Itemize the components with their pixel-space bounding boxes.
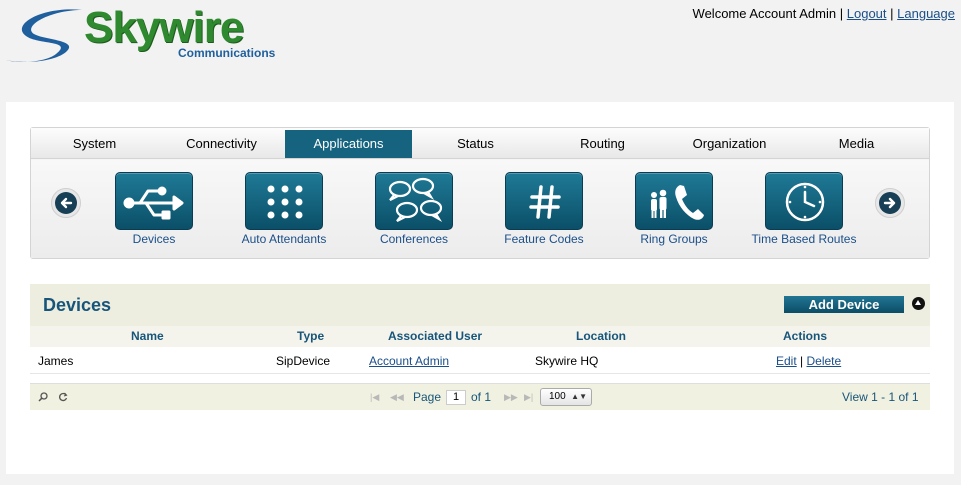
delete-link[interactable]: Delete xyxy=(807,354,842,368)
page-number-input[interactable]: 1 xyxy=(446,390,466,405)
page-label: Page xyxy=(413,390,442,404)
user-bar: Welcome Account Admin | Logout | Languag… xyxy=(693,6,955,21)
keypad-icon xyxy=(245,172,323,230)
welcome-text: Welcome Account Admin xyxy=(692,6,837,21)
grid-pager: |◀ ◀◀ Page 1 of 1 ▶▶ ▶| 100 ▲▼ View 1 - … xyxy=(30,383,930,410)
column-header-actions[interactable]: Actions xyxy=(783,326,827,347)
application-menu: System Connectivity Applications Status … xyxy=(30,127,930,259)
app-conferences[interactable]: Conferences xyxy=(349,172,479,246)
first-page-icon[interactable]: |◀ xyxy=(370,384,379,411)
speech-bubbles-icon xyxy=(375,172,453,230)
tab-routing[interactable]: Routing xyxy=(539,130,666,158)
arrow-right-icon xyxy=(879,192,901,214)
app-label: Conferences xyxy=(379,232,449,246)
tab-applications[interactable]: Applications xyxy=(285,130,412,158)
rows-per-page-value: 100 xyxy=(549,391,566,402)
devices-grid: Devices Add Device Name Type Associated … xyxy=(30,284,930,410)
carousel-next-button[interactable] xyxy=(875,188,905,218)
app-label: Time Based Routes xyxy=(751,232,857,246)
header: Skywire Communications Welcome Account A… xyxy=(0,0,961,100)
collapse-icon[interactable] xyxy=(912,297,925,310)
column-header-location[interactable]: Location xyxy=(576,326,626,347)
tab-organization[interactable]: Organization xyxy=(666,130,793,158)
hash-icon xyxy=(505,172,583,230)
refresh-icon[interactable] xyxy=(58,385,68,412)
app-label: Devices xyxy=(132,232,176,246)
tab-media[interactable]: Media xyxy=(793,130,920,158)
action-separator: | xyxy=(800,354,804,368)
table-row[interactable]: James SipDevice Account Admin Skywire HQ… xyxy=(30,348,930,374)
cell-type: SipDevice xyxy=(276,354,331,368)
people-phone-icon xyxy=(635,172,713,230)
column-header-name[interactable]: Name xyxy=(131,326,164,347)
associated-user-link[interactable]: Account Admin xyxy=(369,354,449,368)
cell-location: Skywire HQ xyxy=(535,354,599,368)
app-label: Feature Codes xyxy=(504,232,584,246)
grid-title: Devices xyxy=(43,295,112,315)
app-auto-attendants[interactable]: Auto Attendants xyxy=(219,172,349,246)
separator: | xyxy=(839,6,844,21)
app-carousel: Devices Auto Attendants Conferences Feat… xyxy=(31,160,929,258)
usb-icon xyxy=(115,172,193,230)
search-icon[interactable] xyxy=(38,385,48,412)
app-label: Ring Groups xyxy=(640,232,708,246)
rows-per-page-select[interactable]: 100 ▲▼ xyxy=(540,388,592,406)
tab-status[interactable]: Status xyxy=(412,130,539,158)
tab-system[interactable]: System xyxy=(31,130,158,158)
arrow-left-icon xyxy=(55,192,77,214)
view-count-text: View 1 - 1 of 1 xyxy=(842,390,919,404)
select-caret-icon: ▲▼ xyxy=(571,392,587,401)
edit-link[interactable]: Edit xyxy=(776,354,797,368)
app-ring-groups[interactable]: Ring Groups xyxy=(609,172,739,246)
skywire-logo[interactable]: Skywire Communications xyxy=(4,4,314,66)
page-count-label: of 1 xyxy=(471,390,492,404)
add-device-button[interactable]: Add Device xyxy=(784,296,904,313)
main-panel: System Connectivity Applications Status … xyxy=(6,102,954,474)
grid-title-bar: Devices Add Device xyxy=(30,284,930,326)
cell-name: James xyxy=(38,354,74,368)
app-devices[interactable]: Devices xyxy=(89,172,219,246)
app-feature-codes[interactable]: Feature Codes xyxy=(479,172,609,246)
brand-name: Skywire xyxy=(84,3,244,52)
column-header-type[interactable]: Type xyxy=(297,326,324,347)
tab-connectivity[interactable]: Connectivity xyxy=(158,130,285,158)
brand-subtitle: Communications xyxy=(178,46,276,60)
app-time-based-routes[interactable]: Time Based Routes xyxy=(739,172,869,246)
next-page-icon[interactable]: ▶▶ xyxy=(504,384,518,411)
grid-header-row: Name Type Associated User Location Actio… xyxy=(30,326,930,347)
clock-icon xyxy=(765,172,843,230)
main-tabs: System Connectivity Applications Status … xyxy=(31,128,929,159)
logout-link[interactable]: Logout xyxy=(847,6,887,21)
prev-page-icon[interactable]: ◀◀ xyxy=(390,384,404,411)
language-link[interactable]: Language xyxy=(897,6,955,21)
column-header-associated-user[interactable]: Associated User xyxy=(388,326,482,347)
separator: | xyxy=(890,6,894,21)
last-page-icon[interactable]: ▶| xyxy=(524,384,533,411)
app-label: Auto Attendants xyxy=(241,232,327,246)
carousel-prev-button[interactable] xyxy=(51,188,81,218)
